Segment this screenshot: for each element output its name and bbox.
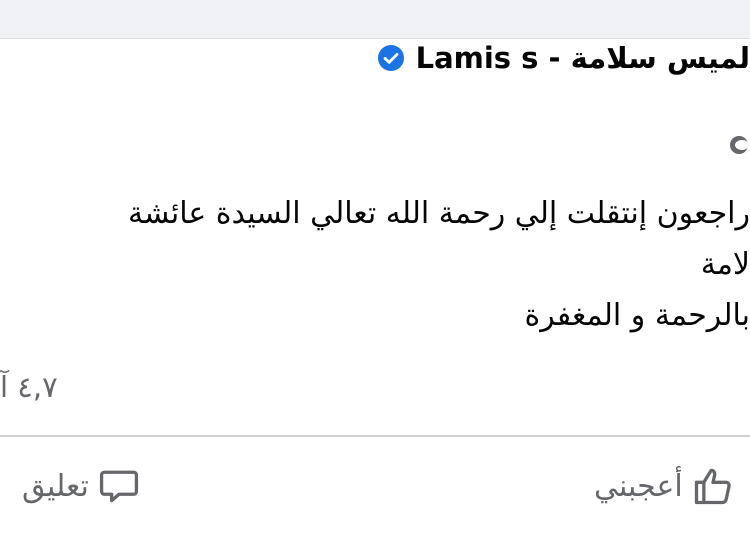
post-body-line: لامة — [700, 247, 750, 282]
author-name[interactable]: Lamis s - لميس سلامة — [416, 41, 750, 75]
verified-badge-icon — [377, 45, 404, 71]
like-label: أعجبني — [594, 468, 683, 504]
globe-icon — [730, 136, 748, 154]
post-author[interactable]: Lamis s - لميس سلامة — [377, 38, 750, 78]
top-strip — [0, 0, 750, 38]
comment-label: تعليق — [22, 468, 89, 504]
like-button[interactable]: أعجبني — [586, 456, 735, 516]
like-thumb-icon — [694, 468, 731, 505]
post-body: راجعون إنتقلت إلي رحمة الله تعالي السيدة… — [0, 188, 750, 341]
post-body-line: راجعون إنتقلت إلي رحمة الله تعالي السيدة… — [128, 196, 750, 231]
comment-button[interactable]: تعليق — [14, 456, 141, 516]
reactions-count[interactable]: ٤,٧ آ — [0, 370, 58, 404]
post-body-line: بالرحمة و المغفرة — [524, 298, 750, 333]
comment-bubble-icon — [99, 470, 138, 503]
divider — [0, 435, 750, 437]
